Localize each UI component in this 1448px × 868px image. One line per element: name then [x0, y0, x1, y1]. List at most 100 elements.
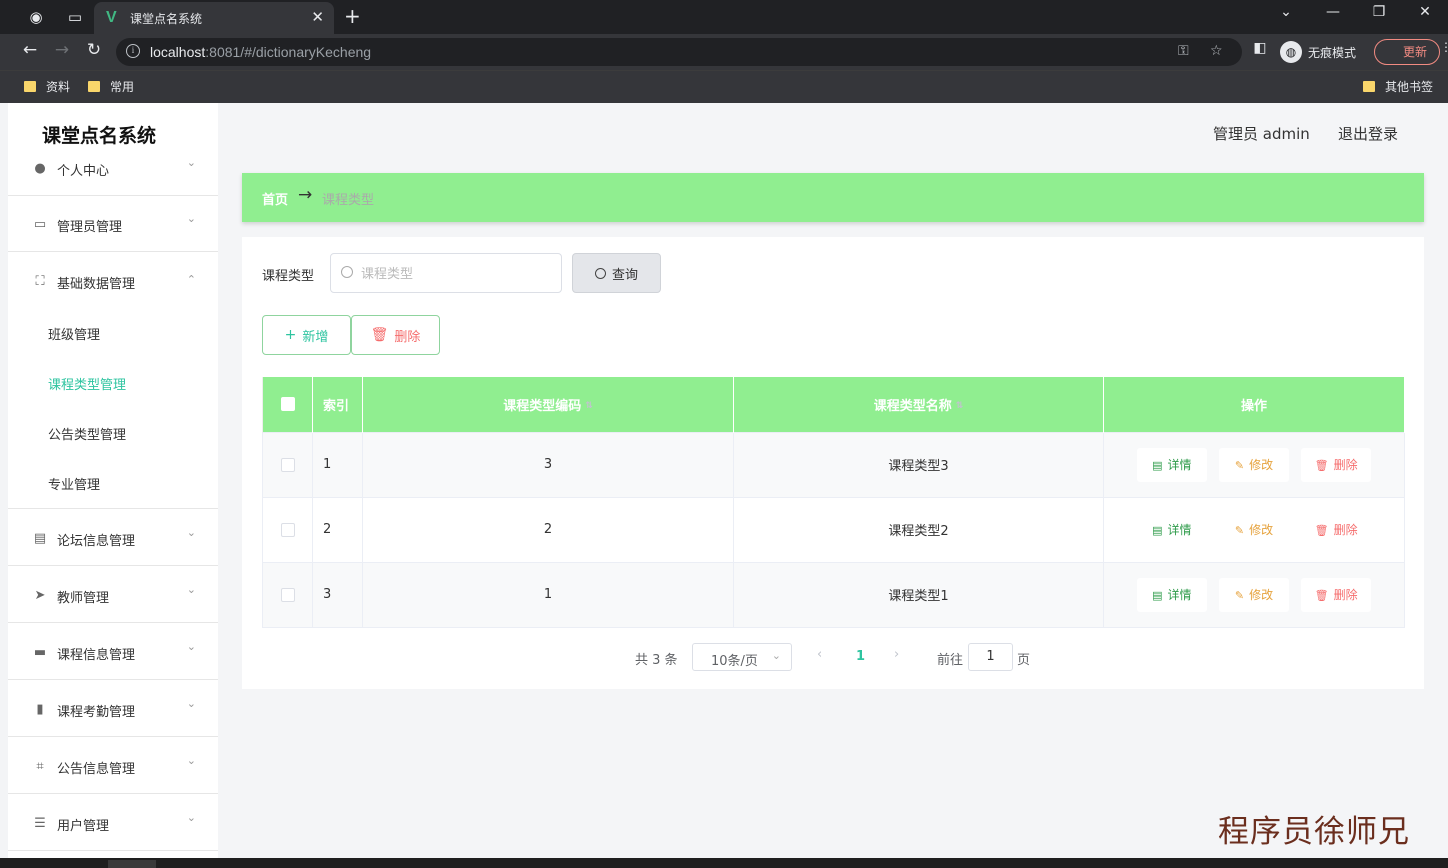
- page-size-select[interactable]: 10条/页 ⌄: [692, 643, 792, 671]
- globe-icon[interactable]: ◉: [24, 5, 48, 29]
- sidebar-subitem-notice-type[interactable]: 公告类型管理: [8, 409, 218, 459]
- detail-button[interactable]: ▤ 详情: [1136, 577, 1207, 612]
- edit-button[interactable]: ✎ 修改: [1219, 577, 1289, 612]
- crop-icon: ⌗: [36, 759, 44, 774]
- search-field[interactable]: [330, 253, 562, 293]
- cell-name: 课程类型3: [733, 431, 1104, 498]
- sidebar-item-admin[interactable]: ▭ 管理员管理 ⌄: [8, 196, 218, 252]
- sidebar-item-basic-data[interactable]: ⛶ 基础数据管理 ⌃: [8, 253, 218, 309]
- tab-title: 课堂点名系统: [130, 12, 203, 26]
- trash-icon: 🗑: [1314, 588, 1329, 602]
- select-all-checkbox[interactable]: [280, 397, 295, 412]
- detail-button[interactable]: ▤ 详情: [1136, 447, 1207, 482]
- table-row: 1 3 课程类型3 ▤ 详情 ✎ 修改 🗑 删除: [262, 431, 1405, 498]
- page-number-current[interactable]: 1: [856, 649, 865, 664]
- add-button[interactable]: + 新增: [262, 315, 351, 355]
- row-checkbox[interactable]: [280, 587, 295, 602]
- cell-operations: ▤ 详情 ✎ 修改 🗑 删除: [1103, 431, 1405, 498]
- sidebar-item-teacher[interactable]: ➤ 教师管理 ⌄: [8, 567, 218, 623]
- new-tab-icon[interactable]: +: [344, 4, 361, 28]
- content-panel: 课程类型 查询 + 新增 🗑 删除 索引 课程类型编码⇅: [242, 237, 1424, 689]
- watermark-text: 程序员徐师兄: [1218, 814, 1410, 850]
- sidebar-item-attendance[interactable]: ▮ 课程考勤管理 ⌄: [8, 681, 218, 737]
- incognito-icon: ◍: [1280, 41, 1302, 63]
- next-page-icon[interactable]: ›: [894, 647, 899, 662]
- edit-button[interactable]: ✎ 修改: [1219, 512, 1289, 547]
- forward-icon[interactable]: →: [50, 40, 74, 60]
- pagination-total: 共 3 条: [635, 653, 678, 668]
- url-text[interactable]: localhost:8081/#/dictionaryKecheng: [150, 44, 371, 60]
- sort-icon[interactable]: ⇅: [585, 401, 593, 411]
- bookmark-folder-changyong[interactable]: 常用: [88, 78, 134, 95]
- taskbar-item[interactable]: [108, 860, 156, 868]
- sidebar-item-notice[interactable]: ⌗ 公告信息管理 ⌄: [8, 738, 218, 794]
- sidebar-item-personal-center[interactable]: ● 个人中心 ⌄: [8, 140, 218, 196]
- back-icon[interactable]: ←: [18, 40, 42, 60]
- trash-icon: 🗑: [1314, 523, 1329, 537]
- tab-search-icon[interactable]: ⌄: [1266, 4, 1306, 20]
- page-suffix: 页: [1017, 653, 1031, 668]
- tab-close-icon[interactable]: ✕: [311, 8, 324, 26]
- search-input[interactable]: [361, 264, 551, 284]
- address-bar-row: ← → ↻ i localhost:8081/#/dictionaryKeche…: [0, 34, 1448, 70]
- trash-icon: 🗑: [370, 327, 389, 343]
- tab-inactive-icon[interactable]: ▭: [63, 5, 87, 29]
- tab-active[interactable]: V 课堂点名系统 ✕: [94, 2, 334, 34]
- chevron-down-icon: ⌄: [771, 649, 781, 662]
- edit-icon: ✎: [1234, 523, 1245, 537]
- delete-button[interactable]: 🗑 删除: [1301, 577, 1372, 612]
- restore-icon[interactable]: ❐: [1359, 4, 1399, 20]
- query-button[interactable]: 查询: [572, 253, 661, 293]
- menu-icon[interactable]: ⋮: [1440, 40, 1448, 54]
- header-code[interactable]: 课程类型编码 ⇅: [362, 377, 734, 432]
- sidebar-subitem-course-type[interactable]: 课程类型管理: [8, 359, 218, 409]
- goto-label: 前往: [937, 653, 964, 668]
- key-icon[interactable]: ⚿: [1178, 43, 1189, 59]
- cell-operations: ▤ 详情 ✎ 修改 🗑 删除: [1103, 496, 1405, 563]
- cell-index: 2: [312, 496, 363, 563]
- row-checkbox[interactable]: [280, 522, 295, 537]
- sidebar-item-forum[interactable]: ▤ 论坛信息管理 ⌄: [8, 510, 218, 566]
- batch-delete-button[interactable]: 🗑 删除: [351, 315, 440, 355]
- site-info-icon[interactable]: i: [126, 44, 140, 58]
- delete-button[interactable]: 🗑 删除: [1301, 512, 1372, 547]
- update-button[interactable]: 更新: [1374, 39, 1440, 65]
- sidebar-subitem-class[interactable]: 班级管理: [8, 309, 218, 359]
- goto-page-input[interactable]: 1: [968, 643, 1013, 671]
- sidebar-subitem-major[interactable]: 专业管理: [8, 459, 218, 509]
- send-icon: ➤: [34, 588, 46, 603]
- edit-icon: ✎: [1234, 588, 1245, 602]
- sidebar-item-course-info[interactable]: ▬ 课程信息管理 ⌄: [8, 624, 218, 680]
- trash-icon: 🗑: [1314, 458, 1329, 472]
- vue-logo-icon: V: [106, 9, 117, 26]
- edit-icon: ✎: [1234, 458, 1245, 472]
- cell-name: 课程类型1: [733, 561, 1104, 628]
- delete-button[interactable]: 🗑 删除: [1301, 447, 1372, 482]
- star-icon[interactable]: ☆: [1210, 43, 1223, 59]
- search-label: 课程类型: [262, 269, 315, 284]
- cell-code: 3: [362, 431, 734, 498]
- breadcrumb-arrow-icon: →: [298, 185, 313, 205]
- detail-button[interactable]: ▤ 详情: [1136, 512, 1207, 547]
- sort-icon[interactable]: ⇅: [956, 401, 964, 411]
- bookmark-folder-other[interactable]: 其他书签: [1363, 78, 1433, 95]
- row-checkbox[interactable]: [280, 457, 295, 472]
- pagination: 共 3 条 10条/页 ⌄ ‹ 1 › 前往 1 页: [242, 641, 1424, 671]
- breadcrumb: 首页 → 课程类型: [242, 173, 1424, 222]
- side-panel-icon[interactable]: ◧: [1248, 40, 1272, 56]
- header-operations: 操作: [1103, 377, 1405, 432]
- close-window-icon[interactable]: ✕: [1405, 4, 1445, 20]
- incognito-indicator[interactable]: ◍ 无痕模式: [1280, 40, 1356, 64]
- chat-icon: ▤: [33, 531, 47, 546]
- bookmark-folder-ziliao[interactable]: 资料: [24, 78, 70, 95]
- url-box[interactable]: i localhost:8081/#/dictionaryKecheng ⚿ ☆: [116, 38, 1242, 66]
- prev-page-icon[interactable]: ‹: [817, 647, 822, 662]
- edit-button[interactable]: ✎ 修改: [1219, 447, 1289, 482]
- breadcrumb-home[interactable]: 首页: [262, 189, 288, 208]
- header-name[interactable]: 课程类型名称 ⇅: [733, 377, 1104, 432]
- sidebar-item-user[interactable]: ☰ 用户管理 ⌄: [8, 795, 218, 851]
- cell-index: 3: [312, 561, 363, 628]
- minimize-icon[interactable]: —: [1313, 4, 1353, 20]
- reload-icon[interactable]: ↻: [82, 40, 106, 60]
- logout-link[interactable]: 退出登录: [1338, 123, 1398, 144]
